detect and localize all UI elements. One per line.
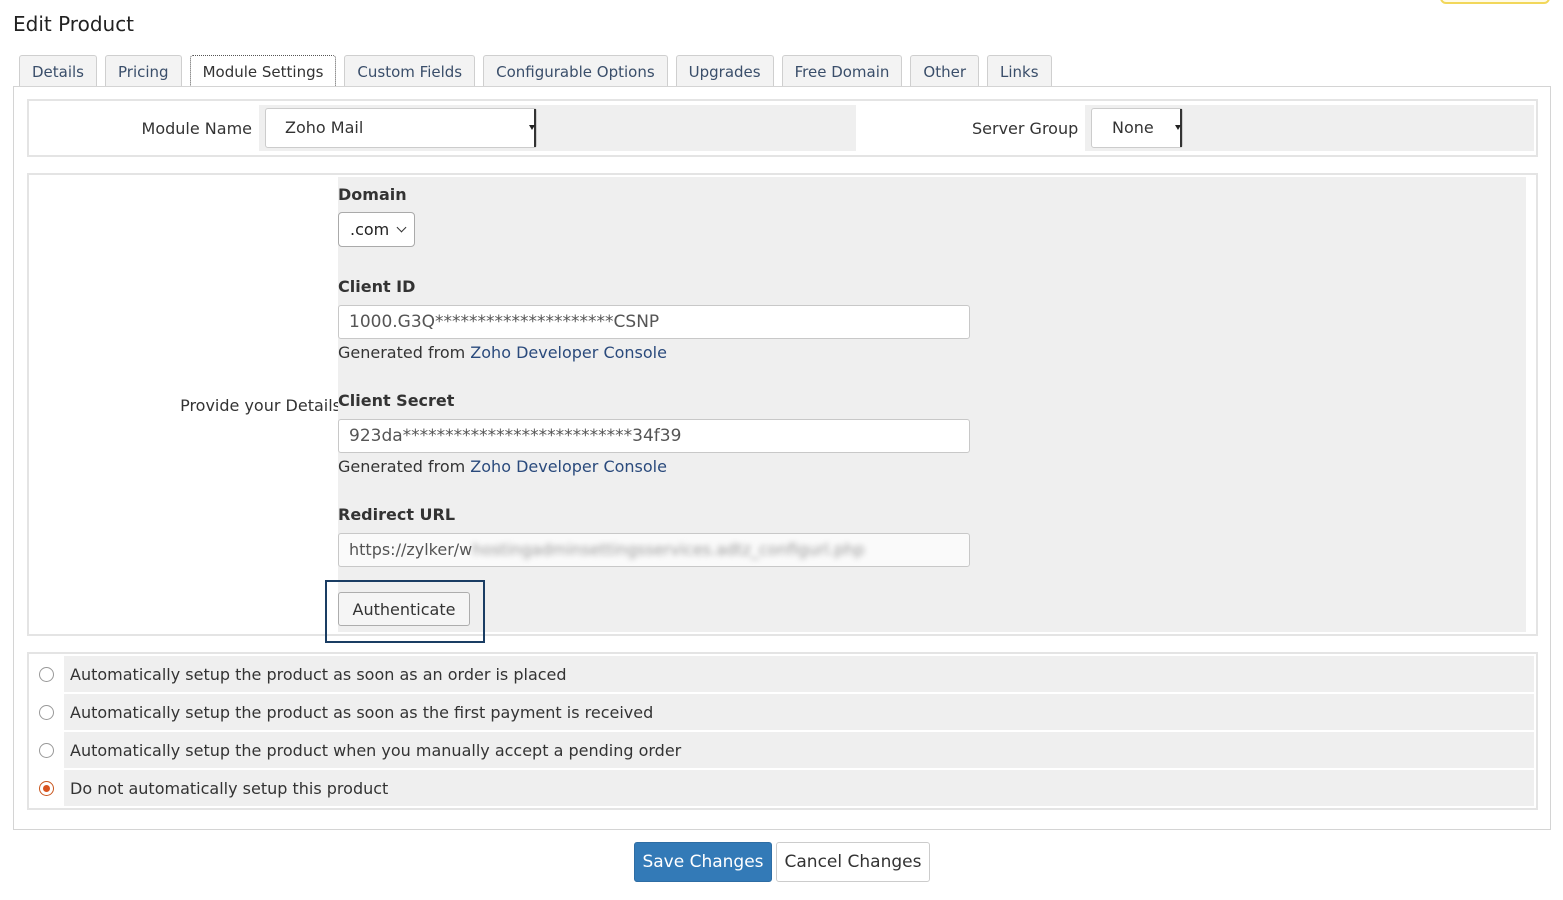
option-label: Automatically setup the product when you… xyxy=(70,741,682,760)
server-group-select[interactable]: None xyxy=(1091,108,1183,148)
details-fields: Domain .com Client ID 1000.G3Q**********… xyxy=(325,177,1526,643)
radio-button[interactable] xyxy=(39,667,54,682)
option-label-bg: Automatically setup the product as soon … xyxy=(64,694,1534,730)
redirect-url-blurred: hostingadminsettingsservices.adtz_config… xyxy=(472,540,865,559)
client-secret-hint: Generated from Zoho Developer Console xyxy=(338,457,667,476)
client-secret-input[interactable]: 923da***************************34f39 xyxy=(338,419,970,453)
dropdown-arrow-icon xyxy=(1175,109,1182,147)
save-changes-button[interactable]: Save Changes xyxy=(634,842,772,882)
server-group-field: None xyxy=(1085,105,1534,151)
tab-pricing[interactable]: Pricing xyxy=(105,55,182,87)
option-label: Do not automatically setup this product xyxy=(70,779,389,798)
module-name-select[interactable]: Zoho Mail xyxy=(265,108,537,148)
chevron-down-icon xyxy=(396,222,407,233)
client-id-hint-text: Generated from xyxy=(338,343,466,362)
tab-module-settings[interactable]: Module Settings xyxy=(189,55,337,87)
option-label-bg: Do not automatically setup this product xyxy=(64,770,1534,806)
option-label: Automatically setup the product as soon … xyxy=(70,703,654,722)
tab-configurable-options[interactable]: Configurable Options xyxy=(483,55,668,87)
developer-console-link[interactable]: Zoho Developer Console xyxy=(470,457,667,476)
tab-other[interactable]: Other xyxy=(910,55,980,87)
tab-custom-fields[interactable]: Custom Fields xyxy=(344,55,476,87)
setup-option: Automatically setup the product as soon … xyxy=(29,694,1536,730)
setup-option: Automatically setup the product when you… xyxy=(29,732,1536,768)
redirect-url-input[interactable]: https://zylker/whostingadminsettingsserv… xyxy=(338,533,970,567)
redirect-url-visible: https://zylker/w xyxy=(349,540,473,559)
tab-links[interactable]: Links xyxy=(987,55,1052,87)
tab-bar: Details Pricing Module Settings Custom F… xyxy=(19,55,1052,87)
redirect-url-label: Redirect URL xyxy=(338,505,456,524)
client-id-label: Client ID xyxy=(338,277,416,296)
client-id-input[interactable]: 1000.G3Q*********************CSNP xyxy=(338,305,970,339)
tab-upgrades[interactable]: Upgrades xyxy=(675,55,774,87)
radio-button[interactable] xyxy=(39,743,54,758)
option-label: Automatically setup the product as soon … xyxy=(70,665,567,684)
page-title: Edit Product xyxy=(13,12,135,36)
setup-option: Do not automatically setup this product xyxy=(29,770,1536,806)
module-name-value: Zoho Mail xyxy=(285,118,364,137)
notification-badge xyxy=(1440,0,1550,4)
module-name-label: Module Name xyxy=(141,119,252,138)
authenticate-button[interactable]: Authenticate xyxy=(338,592,470,626)
domain-value: .com xyxy=(350,220,390,239)
developer-console-link[interactable]: Zoho Developer Console xyxy=(470,343,667,362)
domain-select[interactable]: .com xyxy=(338,212,415,247)
domain-label: Domain xyxy=(338,185,407,204)
tab-free-domain[interactable]: Free Domain xyxy=(781,55,903,87)
server-group-value: None xyxy=(1112,118,1154,137)
dropdown-arrow-icon xyxy=(529,109,536,147)
details-section: Provide your Details Domain .com Client … xyxy=(27,173,1538,643)
server-group-label: Server Group xyxy=(972,119,1079,138)
option-label-bg: Automatically setup the product as soon … xyxy=(64,656,1534,692)
setup-options: Automatically setup the product as soon … xyxy=(27,652,1538,810)
setup-option: Automatically setup the product as soon … xyxy=(29,656,1536,692)
module-name-field: Zoho Mail xyxy=(259,105,856,151)
client-id-hint: Generated from Zoho Developer Console xyxy=(338,343,667,362)
module-settings-panel: Module Name Zoho Mail Server Group None … xyxy=(13,86,1551,830)
details-section-label: Provide your Details xyxy=(180,396,341,415)
radio-button[interactable] xyxy=(39,705,54,720)
option-label-bg: Automatically setup the product when you… xyxy=(64,732,1534,768)
module-row: Module Name Zoho Mail Server Group None xyxy=(27,99,1538,157)
tab-details[interactable]: Details xyxy=(19,55,98,87)
client-secret-label: Client Secret xyxy=(338,391,455,410)
radio-button-checked[interactable] xyxy=(39,781,54,796)
client-secret-hint-text: Generated from xyxy=(338,457,466,476)
cancel-changes-button[interactable]: Cancel Changes xyxy=(776,842,930,882)
